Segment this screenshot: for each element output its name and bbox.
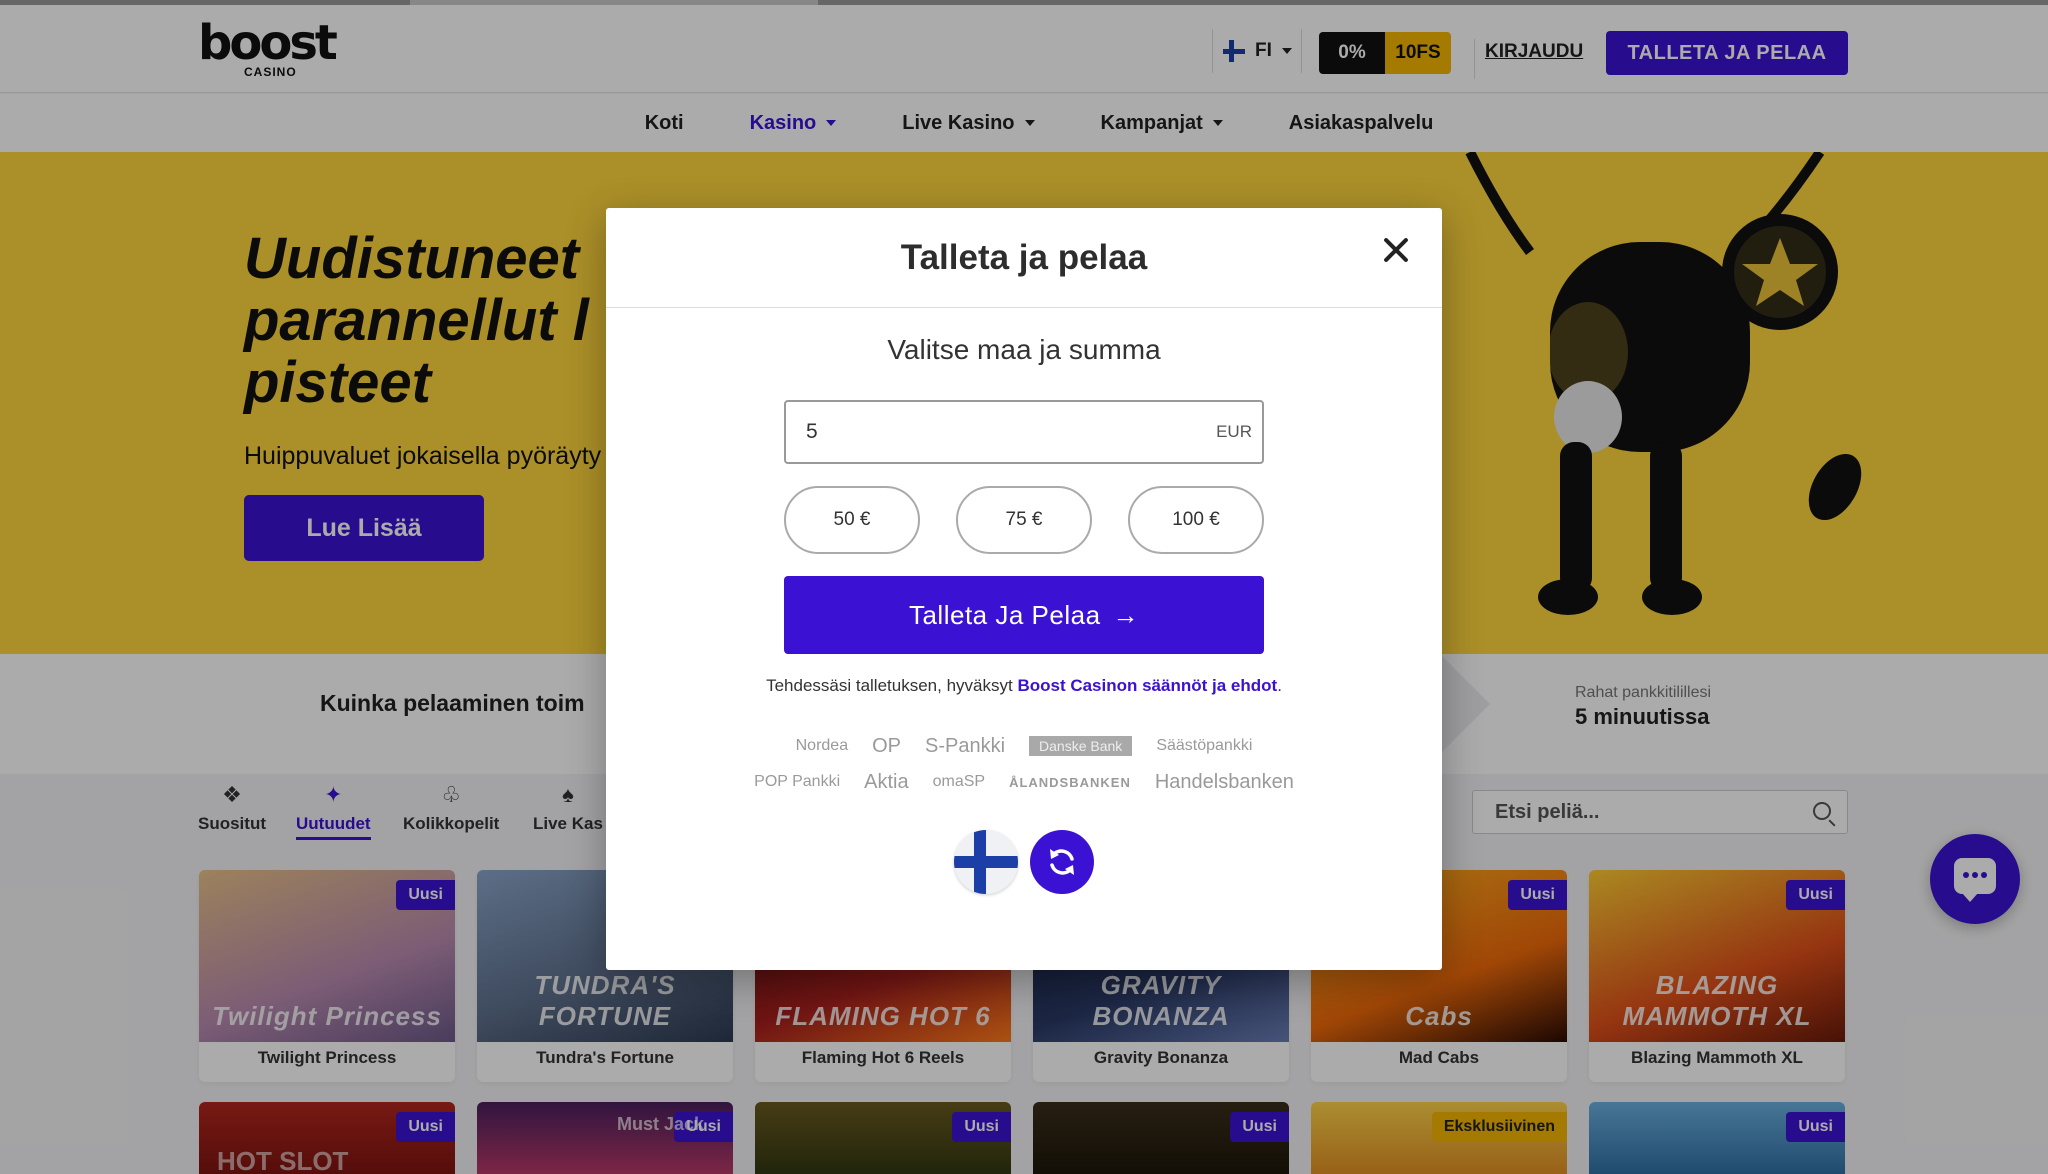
arrow-right-icon: →: [1112, 599, 1140, 630]
pop-pankki-logo: POP Pankki: [754, 773, 841, 790]
aktia-logo: Aktia: [864, 770, 909, 793]
change-country-button[interactable]: [1030, 830, 1094, 894]
bank-row: POP Pankki Aktia omaSP ÅLANDSBANKEN Hand…: [746, 764, 1302, 800]
modal-header: Talleta ja pelaa: [606, 208, 1442, 308]
refresh-icon: [1050, 849, 1074, 875]
nordea-logo: Nordea: [795, 737, 849, 754]
finland-flag-button[interactable]: [954, 830, 1018, 894]
alandsbanken-logo: ÅLANDSBANKEN: [1009, 774, 1131, 790]
s-pankki-logo: S-Pankki: [925, 734, 1006, 757]
flag-cross-h: [954, 856, 1018, 868]
submit-label: Talleta Ja Pelaa: [908, 599, 1101, 630]
modal-subtitle: Valitse maa ja summa: [887, 334, 1161, 365]
omasp-logo: omaSP: [932, 773, 986, 790]
preset-100-button[interactable]: 100 €: [1128, 486, 1264, 554]
saastopankki-logo: Säästöpankki: [1156, 737, 1253, 754]
terms-text: Tehdessäsi talletuksen, hyväksyt Boost C…: [606, 676, 1442, 696]
currency-label: EUR: [1216, 422, 1252, 441]
close-icon[interactable]: [1380, 234, 1412, 266]
danske-bank-logo: Danske Bank: [1029, 736, 1133, 756]
terms-link[interactable]: Boost Casinon säännöt ja ehdot: [1017, 676, 1277, 695]
modal-title: Talleta ja pelaa: [900, 238, 1148, 277]
preset-50-button[interactable]: 50 €: [784, 486, 920, 554]
deposit-submit-button[interactable]: Talleta Ja Pelaa →: [784, 576, 1264, 654]
amount-field[interactable]: EUR: [784, 400, 1264, 464]
deposit-modal: Talleta ja pelaa Valitse maa ja summa EU…: [606, 208, 1442, 970]
bank-logos: Nordea OP S-Pankki Danske Bank Säästöpan…: [746, 728, 1302, 800]
country-selector: [954, 830, 1094, 894]
bank-row: Nordea OP S-Pankki Danske Bank Säästöpan…: [746, 728, 1302, 764]
amount-input[interactable]: [806, 416, 1166, 448]
terms-prefix: Tehdessäsi talletuksen, hyväksyt: [766, 676, 1018, 695]
handelsbanken-logo: Handelsbanken: [1154, 770, 1294, 793]
op-logo: OP: [872, 734, 901, 757]
terms-suffix: .: [1277, 676, 1282, 695]
preset-75-button[interactable]: 75 €: [956, 486, 1092, 554]
